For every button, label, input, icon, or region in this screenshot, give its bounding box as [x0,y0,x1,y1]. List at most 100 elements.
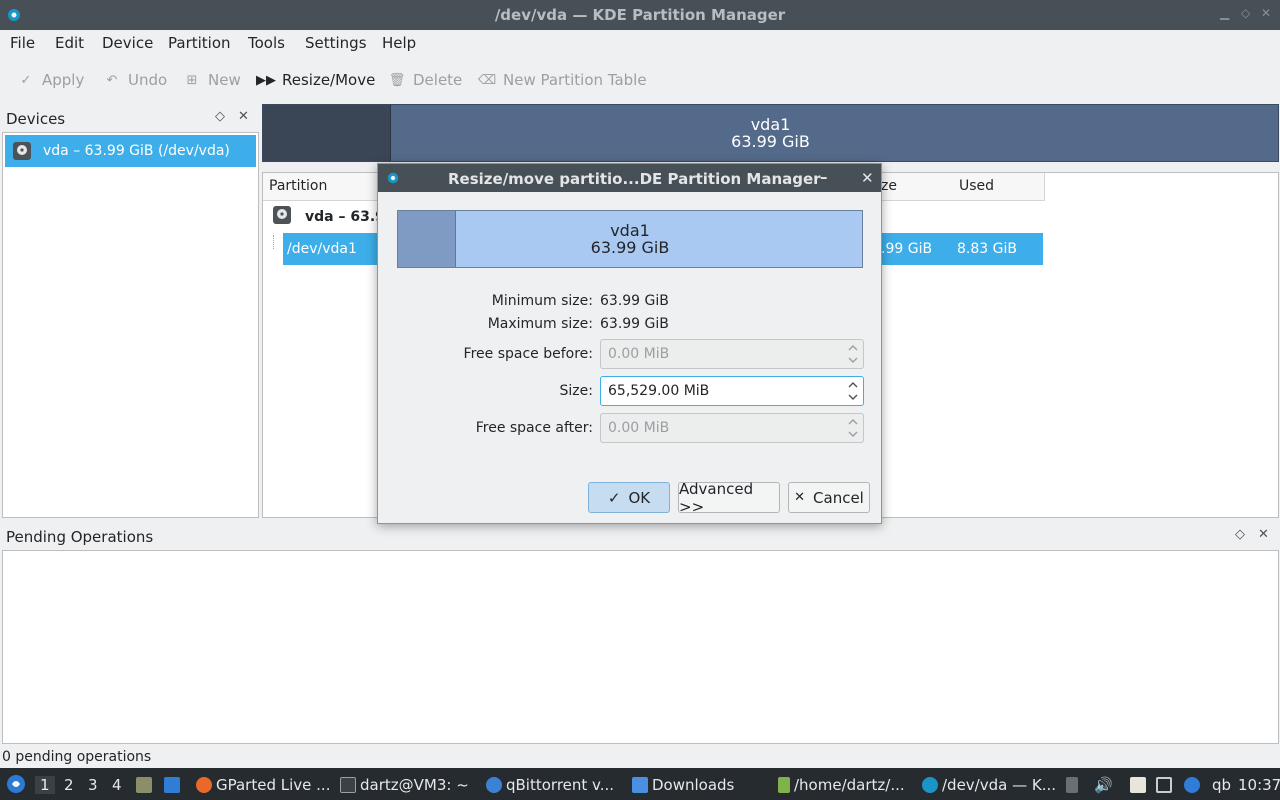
spin-arrows-icon[interactable] [847,342,859,366]
workspace-2[interactable]: 2 [64,776,74,794]
firefox-icon [196,777,212,793]
dialog-close-icon[interactable]: ✕ [861,169,874,187]
checkmark-icon: ✓ [20,72,32,88]
close-panel-icon[interactable]: ✕ [238,109,249,124]
apply-button[interactable]: ✓ Apply [18,70,85,90]
volume-icon[interactable]: 🔊 [1094,776,1113,794]
workspace-1[interactable]: 1 [35,776,55,794]
task-label: /dev/vda — K... [942,776,1057,794]
dialog-minimize-icon[interactable]: – [820,168,828,186]
column-header-size[interactable]: ze [875,173,955,201]
cancel-button[interactable]: ✕ Cancel [788,482,870,513]
ok-label: OK [628,488,651,507]
device-item-label: vda – 63.99 GiB (/dev/vda) [43,143,230,159]
checkmark-icon: ✓ [607,488,621,507]
task-home-folder[interactable]: /home/dartz/... [778,776,905,794]
new-button[interactable]: ⊞ New [184,70,241,90]
partition-graph[interactable]: vda1 63.99 GiB [262,104,1279,162]
tray-qbittorrent[interactable]: qb [1212,776,1231,794]
free-space-before-spinbox[interactable]: 0.00 MiB [600,339,864,369]
float-panel-icon[interactable]: ◇ [215,109,225,124]
harddisk-icon [13,142,31,160]
folder-icon [632,777,648,793]
delete-label: Delete [413,71,463,89]
status-text: 0 pending operations [2,749,152,765]
delete-button[interactable]: 🗑 Delete [388,70,463,90]
size-label: Size: [559,383,593,399]
task-downloads[interactable]: Downloads [632,776,734,794]
minimum-size-label: Minimum size: [491,293,593,309]
undo-button[interactable]: ↶ Undo [104,70,168,90]
main-toolbar: ✓ Apply ↶ Undo ⊞ New ▶▶ Resize/Move 🗑 De… [0,62,1280,98]
network-icon[interactable] [1156,776,1176,794]
close-panel-icon[interactable]: ✕ [1258,527,1269,542]
partition-size-cell: .99 GiB [881,241,933,257]
menu-device[interactable]: Device [102,34,153,52]
show-desktop-icon[interactable] [164,776,184,794]
partition-graph-size: 63.99 GiB [731,132,810,151]
dialog-titlebar: Resize/move partitio...DE Partition Mana… [378,164,881,192]
taskbar: 1 2 3 4 GParted Live ... dartz@VM3: ~ qB… [0,768,1280,800]
device-item-vda[interactable]: vda – 63.99 GiB (/dev/vda) [5,135,256,167]
file-manager-launcher-icon[interactable] [136,776,156,794]
undo-icon: ↶ [106,72,118,88]
advanced-label: Advanced >> [679,479,754,516]
updates-icon[interactable] [1184,776,1204,794]
free-space-before-value: 0.00 MiB [608,346,670,362]
maximum-size-label: Maximum size: [487,316,593,332]
start-menu-icon[interactable] [6,774,26,798]
free-space-after-spinbox[interactable]: 0.00 MiB [600,413,864,443]
undo-label: Undo [128,71,168,89]
workspace-3[interactable]: 3 [88,776,98,794]
resize-move-button[interactable]: ▶▶ Resize/Move [256,70,376,90]
menu-settings[interactable]: Settings [305,34,367,52]
cancel-label: Cancel [813,488,864,507]
clipboard-icon[interactable] [1130,776,1150,794]
pending-operations-panel: Pending Operations ◇ ✕ [2,522,1279,744]
menu-tools[interactable]: Tools [248,34,285,52]
pending-header: Pending Operations [6,528,154,546]
partitionmanager-app-icon [387,172,399,184]
maximize-icon[interactable]: ◇ [1241,6,1250,20]
task-label: GParted Live ... [216,776,331,794]
apply-label: Apply [42,71,85,89]
menu-partition[interactable]: Partition [168,34,231,52]
task-partition-manager[interactable]: /dev/vda — K... [922,776,1056,794]
menu-edit[interactable]: Edit [55,34,84,52]
battery-icon[interactable] [1066,776,1082,794]
pending-operations-list [2,550,1279,744]
minimum-size-value: 63.99 GiB [600,293,669,309]
new-partition-table-label: New Partition Table [503,71,647,89]
task-terminal[interactable]: dartz@VM3: ~ [340,776,469,794]
new-partition-table-button[interactable]: ⌫ New Partition Table [478,70,647,90]
task-qbittorrent[interactable]: qBittorrent v... [486,776,614,794]
dialog-partition-graph[interactable]: vda1 63.99 GiB [397,210,863,268]
workspace-4[interactable]: 4 [112,776,122,794]
size-value: 65,529.00 MiB [608,383,710,399]
new-partition-icon: ⊞ [186,72,198,88]
float-panel-icon[interactable]: ◇ [1235,527,1245,542]
column-header-used[interactable]: Used [953,173,1045,201]
task-label: qBittorrent v... [506,776,615,794]
ok-button[interactable]: ✓ OK [588,482,670,513]
menu-help[interactable]: Help [382,34,416,52]
clock[interactable]: 10:37 [1238,776,1280,794]
size-spinbox[interactable]: 65,529.00 MiB [600,376,864,406]
window-titlebar: /dev/vda — KDE Partition Manager ▁ ◇ ✕ [0,0,1280,30]
trash-icon: 🗑 [388,72,406,88]
partition-name-cell: /dev/vda1 [287,241,357,257]
close-window-icon[interactable]: ✕ [1261,6,1271,20]
editor-icon [778,777,790,793]
window-title: /dev/vda — KDE Partition Manager [494,6,786,24]
spin-arrows-icon[interactable] [847,379,859,403]
tree-branch [273,235,274,249]
resize-move-dialog: Resize/move partitio...DE Partition Mana… [377,163,882,524]
menu-file[interactable]: File [10,34,35,52]
resize-move-label: Resize/Move [282,71,376,89]
devices-list: vda – 63.99 GiB (/dev/vda) [2,132,259,518]
task-gparted[interactable]: GParted Live ... [196,776,330,794]
minimize-icon[interactable]: ▁ [1220,6,1229,20]
spin-arrows-icon[interactable] [847,416,859,440]
partition-used-cell: 8.83 GiB [957,241,1017,257]
advanced-button[interactable]: Advanced >> [678,479,780,516]
